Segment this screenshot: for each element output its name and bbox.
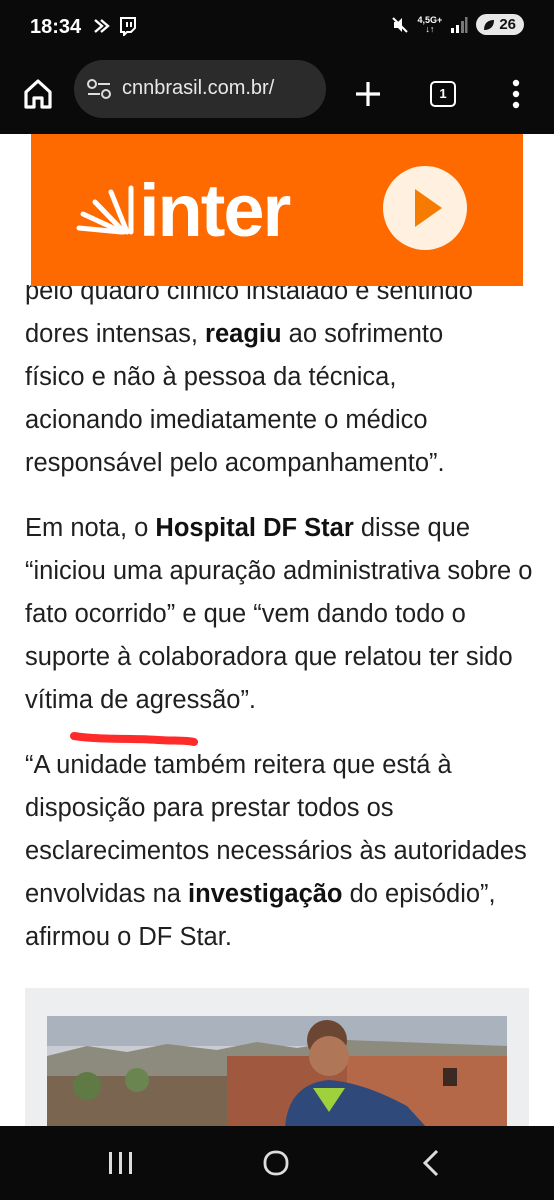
battery-level: 26 xyxy=(499,16,516,33)
play-icon xyxy=(415,189,442,227)
status-right-group: 4,5G+ ↓↑ 26 xyxy=(390,14,524,35)
article-paragraph-1: pelo quadro clínico instalado e sentindo… xyxy=(25,270,535,485)
ad-play-button[interactable] xyxy=(383,166,467,250)
paragraph-1-line-5: responsável pelo acompanhamento”. xyxy=(25,449,445,477)
system-home-button[interactable] xyxy=(262,1149,290,1177)
battery-saver-icon xyxy=(484,19,495,30)
chevron-left-icon xyxy=(422,1149,439,1177)
bold-reagiu: reagiu xyxy=(205,320,282,348)
notification-icons xyxy=(92,16,138,36)
site-settings-icon[interactable] xyxy=(86,77,112,101)
circle-home-icon xyxy=(263,1150,289,1176)
photo-scene xyxy=(47,1016,507,1128)
data-arrows-icon: ↓↑ xyxy=(425,23,435,34)
article-body: pelo quadro clínico instalado e sentindo… xyxy=(25,270,535,981)
paragraph-2-pre: Em nota, o xyxy=(25,514,156,542)
article-paragraph-3: “A unidade também reitera que está à dis… xyxy=(25,744,535,959)
paragraph-1-line-4: acionando imediatamente o médico xyxy=(25,406,428,434)
mute-vibrate-icon xyxy=(391,16,408,33)
hospital-name: Hospital DF Star xyxy=(155,514,354,542)
status-time: 18:34 xyxy=(30,16,82,38)
app-notification-icon xyxy=(94,19,110,33)
address-bar[interactable]: cnnbrasil.com.br/ xyxy=(74,60,326,118)
browser-toolbar: cnnbrasil.com.br/ 1 xyxy=(0,58,554,134)
article-photo[interactable] xyxy=(47,1016,507,1128)
bold-investigacao: investigação xyxy=(188,880,343,908)
ad-brand-text: inter xyxy=(139,169,291,252)
network-type-indicator: 4,5G+ ↓↑ xyxy=(418,15,443,34)
inter-logo-rays-icon xyxy=(76,185,134,235)
paragraph-1-text-cont: ao sofrimento xyxy=(281,320,444,348)
red-underline-annotation xyxy=(70,732,198,746)
new-tab-button[interactable] xyxy=(348,74,388,114)
recents-button[interactable] xyxy=(106,1150,136,1176)
twitch-icon xyxy=(120,17,136,36)
tab-count: 1 xyxy=(430,81,456,107)
signal-icon xyxy=(451,16,468,33)
browser-menu-button[interactable] xyxy=(496,74,536,114)
system-navigation-bar xyxy=(0,1126,554,1200)
more-vert-icon xyxy=(512,79,520,109)
status-bar: 18:34 4,5G+ ↓↑ 26 xyxy=(0,0,554,58)
article-paragraph-2: Em nota, o Hospital DF Star disse que “i… xyxy=(25,507,535,722)
paragraph-1-text: dores intensas, xyxy=(25,320,206,348)
plus-icon xyxy=(356,82,380,106)
recents-icon xyxy=(109,1152,132,1174)
paragraph-1-line-3: físico e não à pessoa da técnica, xyxy=(25,363,397,391)
tab-switcher-button[interactable]: 1 xyxy=(424,75,462,113)
back-button[interactable] xyxy=(420,1148,442,1178)
ad-banner[interactable]: inter xyxy=(31,134,523,286)
home-icon xyxy=(24,79,52,109)
home-button[interactable] xyxy=(18,74,58,114)
article-image-container xyxy=(25,988,529,1128)
url-text[interactable]: cnnbrasil.com.br/ xyxy=(122,77,322,100)
paragraph-2-post: disse que “iniciou uma apuração administ… xyxy=(25,514,533,714)
battery-indicator: 26 xyxy=(476,14,524,35)
